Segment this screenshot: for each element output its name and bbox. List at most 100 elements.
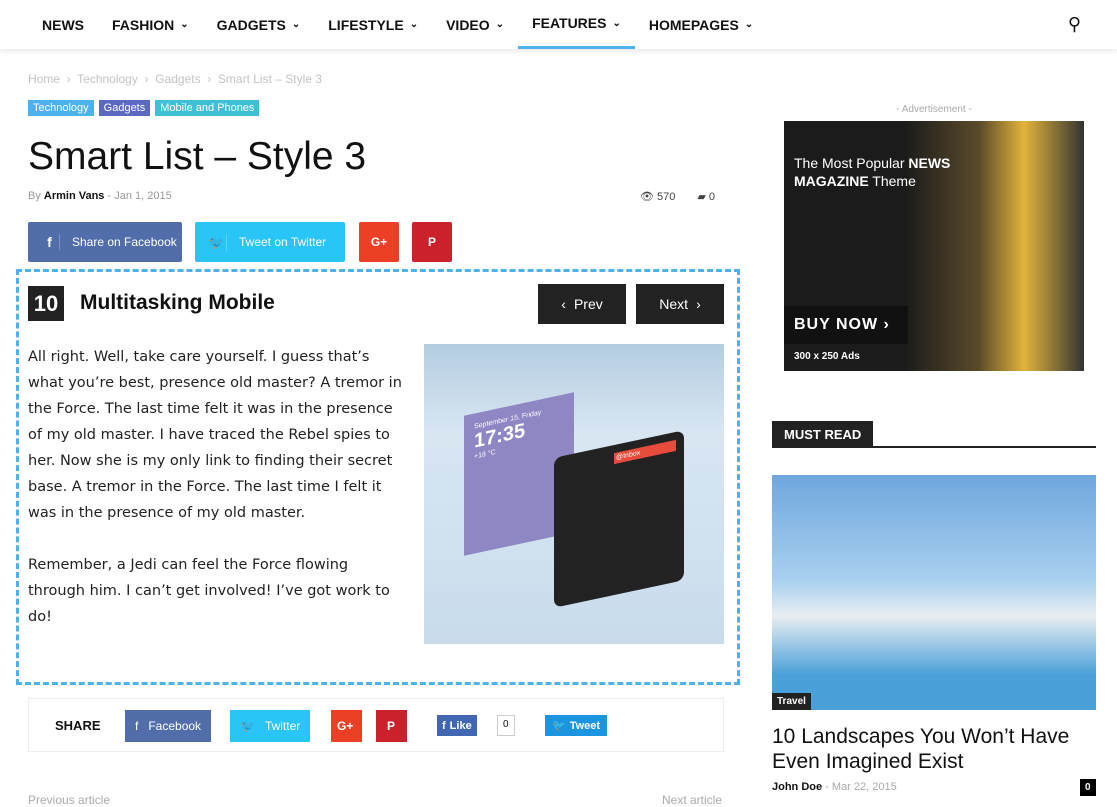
tweet-label: Tweet [569, 719, 601, 732]
share-googleplus-small[interactable]: G+ [331, 710, 362, 742]
views: 👁 570 [640, 190, 675, 203]
comment-icon: ▰ [697, 191, 706, 203]
share-label: Tweet on Twitter [239, 235, 327, 249]
share-pinterest-small[interactable]: P [376, 710, 407, 742]
next-button[interactable]: Next › [636, 284, 724, 324]
ad-text: Theme [868, 173, 916, 189]
facebook-icon: f [135, 719, 139, 733]
comments[interactable]: ▰ 0 [697, 190, 715, 203]
share-facebook-small[interactable]: f Facebook [125, 710, 212, 742]
comment-count-badge[interactable]: 0 [1080, 779, 1096, 796]
nav-lifestyle[interactable]: LIFESTYLE ⌄ [314, 0, 432, 49]
phone-inbox: @Inbox [614, 439, 676, 465]
like-count: 0 [497, 715, 515, 736]
top-nav: NEWS FASHION ⌄ GADGETS ⌄ LIFESTYLE ⌄ VIDEO ⌄… [0, 0, 1117, 49]
article-meta: John Doe - Mar 22, 2015 [772, 781, 897, 793]
facebook-icon: f [442, 719, 446, 732]
category-tags: Technology Gadgets Mobile and Phones [28, 100, 260, 116]
post-meta: By Armin Vans - Jan 1, 2015 [28, 190, 172, 202]
article-thumbnail[interactable]: Travel [772, 475, 1096, 710]
label: Facebook [148, 719, 202, 733]
breadcrumb: Home › Technology › Gadgets › Smart List… [28, 72, 322, 86]
ad-text: NEWS [908, 155, 951, 171]
phone-illustration: September 15, Friday 17:35 +18 °C @Inbox [424, 344, 724, 644]
by-label: By [28, 190, 41, 202]
tag-mobile[interactable]: Mobile and Phones [155, 100, 260, 116]
share-label: Share on Facebook [72, 235, 177, 249]
comments-count: 0 [708, 191, 716, 203]
chevron-left-icon: ‹ [561, 296, 566, 312]
page-title: Smart List – Style 3 [28, 135, 367, 178]
phone-body: @Inbox [554, 430, 684, 608]
chevron-down-icon: ⌄ [612, 17, 621, 29]
category-badge[interactable]: Travel [772, 693, 811, 710]
must-read-header: MUST READ [772, 421, 1096, 448]
chevron-down-icon: ⌄ [744, 19, 754, 30]
nav-label: VIDEO [446, 16, 490, 33]
author-link[interactable]: Armin Vans [44, 190, 105, 202]
item-body: All right. Well, take care yourself. I g… [28, 344, 408, 656]
cta-label: BUY NOW [794, 316, 879, 333]
share-bar: SHARE f Facebook 🐦 Twitter G+ P f Like 0 🐦 T… [28, 698, 724, 752]
twitter-icon: 🐦 [195, 233, 227, 251]
like-label: Like [449, 719, 472, 732]
googleplus-icon: G+ [370, 235, 388, 249]
buy-now-button[interactable]: BUY NOW › [784, 306, 908, 344]
pinterest-icon: P [427, 235, 436, 249]
ad-text: The Most Popular [794, 155, 909, 171]
paragraph: Remember, a Jedi can feel the Force flow… [28, 557, 390, 625]
crumb-home[interactable]: Home [28, 72, 60, 86]
share-googleplus-button[interactable]: G+ [359, 222, 399, 262]
crumb-technology[interactable]: Technology [77, 72, 138, 86]
nav-features[interactable]: FEATURES ⌄ [518, 0, 635, 49]
ad-label: - Advertisement - [896, 104, 972, 115]
share-twitter-small[interactable]: 🐦 Twitter [230, 710, 311, 742]
nav-news[interactable]: NEWS [28, 0, 98, 49]
post-stats: 👁 570 ▰ 0 [640, 190, 715, 203]
twitter-icon: 🐦 [240, 719, 255, 733]
item-number: 10 [28, 286, 64, 321]
nav-homepages[interactable]: HOMEPAGES ⌄ [635, 0, 767, 49]
nav-fashion[interactable]: FASHION ⌄ [98, 0, 203, 49]
ad-text: MAGAZINE [794, 173, 869, 189]
nav-video[interactable]: VIDEO ⌄ [432, 0, 518, 49]
chevron-down-icon: ⌄ [495, 19, 505, 30]
next-article-link[interactable]: Next article [662, 793, 722, 807]
chevron-down-icon: ⌄ [180, 19, 189, 30]
nav-gadgets[interactable]: GADGETS ⌄ [203, 0, 315, 49]
chevron-down-icon: ⌄ [409, 19, 419, 30]
crumb-gadgets[interactable]: Gadgets [155, 72, 200, 86]
label: Twitter [264, 719, 301, 733]
facebook-like-button[interactable]: f Like [437, 715, 477, 736]
article-title[interactable]: 10 Landscapes You Won’t Have Even Imagin… [772, 724, 1102, 774]
prev-button[interactable]: ‹ Prev [538, 284, 626, 324]
tag-gadgets[interactable]: Gadgets [98, 100, 151, 116]
chevron-down-icon: ⌄ [291, 19, 301, 30]
nav-label: LIFESTYLE [328, 16, 404, 33]
nav-label: FASHION [112, 16, 175, 33]
views-count: 570 [657, 191, 676, 203]
tag-technology[interactable]: Technology [28, 100, 94, 116]
search-icon[interactable]: ⚲ [1068, 14, 1081, 35]
nav-label: FEATURES [532, 15, 607, 31]
twitter-icon: 🐦 [552, 720, 566, 732]
pinterest-icon: P [387, 719, 396, 733]
paragraph: All right. Well, take care yourself. I g… [28, 349, 402, 521]
tweet-button[interactable]: 🐦 Tweet [545, 715, 608, 736]
facebook-icon: f [28, 234, 60, 250]
nav-label: HOMEPAGES [648, 16, 739, 33]
post-date: Jan 1, 2015 [114, 190, 172, 202]
advertisement-banner[interactable]: The Most Popular NEWS MAGAZINE Theme BUY … [784, 121, 1084, 371]
article-date: Mar 22, 2015 [831, 781, 897, 793]
share-pinterest-button[interactable]: P [412, 222, 452, 262]
next-label: Next [659, 296, 689, 312]
share-facebook-button[interactable]: f Share on Facebook [28, 222, 182, 262]
nav-label: GADGETS [216, 16, 286, 33]
share-twitter-button[interactable]: 🐦 Tweet on Twitter [195, 222, 345, 262]
article-author[interactable]: John Doe [772, 781, 822, 793]
item-title: Multitasking Mobile [80, 291, 275, 314]
share-label: SHARE [55, 718, 101, 733]
eye-icon: 👁 [640, 191, 654, 203]
prev-label: Prev [573, 296, 603, 312]
previous-article-link[interactable]: Previous article [28, 793, 110, 807]
